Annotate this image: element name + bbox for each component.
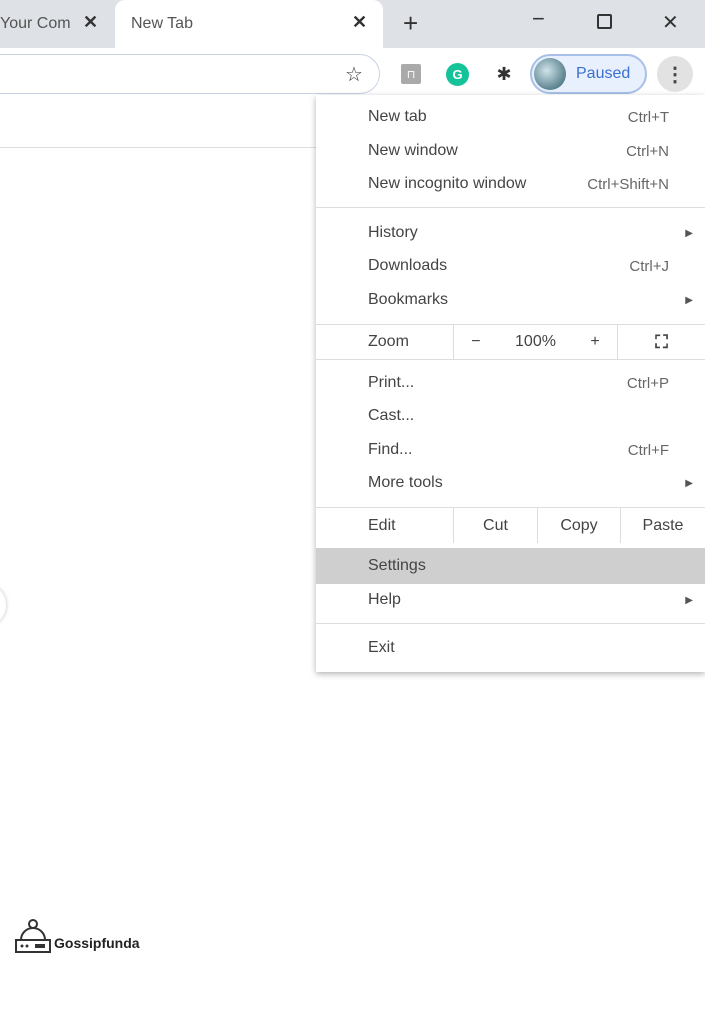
address-bar[interactable] [0, 54, 380, 94]
profile-status: Paused [576, 65, 631, 82]
close-tab-icon[interactable]: ✕ [352, 12, 367, 33]
avatar [534, 58, 566, 90]
menu-item-downloads[interactable]: Downloads Ctrl+J [316, 249, 705, 283]
edit-label: Edit [368, 517, 396, 534]
zoom-out-button[interactable]: − [471, 333, 480, 351]
label: More tools [368, 474, 443, 491]
menu-item-history[interactable]: History ▶ [316, 216, 705, 250]
watermark-logo: Gossipfunda [15, 918, 140, 954]
grammarly-icon[interactable]: G [446, 63, 469, 86]
divider [316, 207, 705, 208]
minimize-icon[interactable]: − [532, 6, 545, 32]
menu-item-cast[interactable]: Cast... [316, 399, 705, 433]
label: Cast... [368, 407, 415, 424]
label: Exit [368, 639, 395, 656]
label: Downloads [368, 257, 448, 274]
submenu-arrow-icon: ▶ [685, 594, 693, 606]
label: History [368, 224, 418, 241]
label: Print... [368, 374, 415, 391]
menu-item-new-tab[interactable]: New tab Ctrl+T [316, 100, 705, 134]
tab-your-com[interactable]: Your Com ✕ [0, 0, 110, 48]
extension-icon[interactable]: ⊓ [401, 64, 421, 84]
menu-item-exit[interactable]: Exit [316, 631, 705, 665]
zoom-row: Zoom − 100% + ⛶ [316, 325, 705, 359]
close-tab-icon[interactable]: ✕ [83, 12, 98, 33]
tab-new-tab[interactable]: New Tab ✕ [115, 0, 383, 48]
tab-title: New Tab [131, 15, 193, 32]
menu-item-bookmarks[interactable]: Bookmarks ▶ [316, 283, 705, 317]
label: Bookmarks [368, 291, 449, 308]
zoom-in-button[interactable]: + [590, 333, 599, 351]
menu-item-settings[interactable]: Settings [316, 548, 705, 584]
label: New incognito window [368, 175, 527, 192]
extensions-puzzle-icon[interactable]: ✱ [492, 62, 516, 86]
menu-item-new-window[interactable]: New window Ctrl+N [316, 134, 705, 168]
cut-button[interactable]: Cut [453, 508, 537, 543]
label: New tab [368, 108, 427, 125]
chrome-menu: New tab Ctrl+T New window Ctrl+N New incog… [316, 95, 705, 672]
label: Help [368, 591, 401, 608]
shortcut: Ctrl+F [627, 441, 669, 459]
label: Find... [368, 441, 413, 458]
watermark-text: Gossipfunda [54, 935, 140, 951]
shortcut: Ctrl+T [627, 108, 669, 126]
copy-button[interactable]: Copy [537, 508, 620, 543]
close-window-icon[interactable]: ✕ [662, 10, 679, 35]
menu-kebab-icon[interactable]: ⋮ [657, 56, 693, 92]
divider [316, 359, 705, 360]
tab-title: Your Com [0, 15, 71, 32]
menu-item-new-incognito[interactable]: New incognito window Ctrl+Shift+N [316, 167, 705, 201]
new-tab-plus-icon[interactable]: + [403, 8, 418, 39]
zoom-controls: − 100% + [453, 325, 617, 359]
label: Settings [368, 557, 426, 574]
shortcut: Ctrl+J [629, 257, 669, 275]
menu-item-help[interactable]: Help ▶ [316, 583, 705, 617]
bookmark-star-icon[interactable]: ☆ [342, 62, 366, 86]
label: New window [368, 142, 458, 159]
maximize-icon[interactable] [597, 14, 612, 29]
zoom-level: 100% [515, 333, 556, 350]
menu-item-more-tools[interactable]: More tools ▶ [316, 466, 705, 500]
divider [316, 623, 705, 624]
zoom-label: Zoom [368, 333, 409, 350]
edit-row: Edit Cut Copy Paste [316, 508, 705, 543]
shortcut: Ctrl+N [626, 142, 669, 160]
gossipfunda-logo-icon [15, 919, 51, 953]
submenu-arrow-icon: ▶ [685, 294, 693, 306]
profile-button[interactable]: Paused [530, 54, 647, 94]
menu-item-find[interactable]: Find... Ctrl+F [316, 433, 705, 467]
fullscreen-icon[interactable]: ⛶ [617, 325, 705, 359]
menu-item-print[interactable]: Print... Ctrl+P [316, 366, 705, 400]
shortcut: Ctrl+Shift+N [587, 175, 669, 193]
paste-button[interactable]: Paste [620, 508, 705, 543]
submenu-arrow-icon: ▶ [685, 227, 693, 239]
shortcut: Ctrl+P [626, 374, 669, 392]
tab-strip: Your Com ✕ New Tab ✕ + − ✕ [0, 0, 705, 48]
submenu-arrow-icon: ▶ [685, 477, 693, 489]
shortcut-circle[interactable] [0, 585, 6, 625]
content-divider [0, 147, 316, 148]
